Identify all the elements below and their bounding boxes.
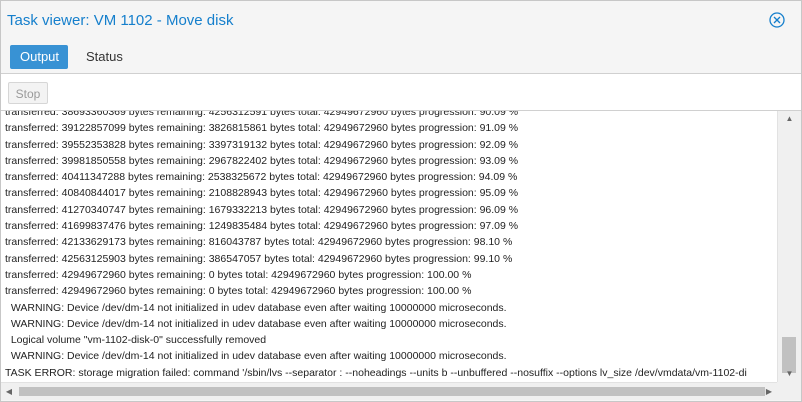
stop-button[interactable]: Stop: [8, 82, 48, 104]
log-line: TASK ERROR: storage migration failed: co…: [5, 366, 747, 379]
scrollbar-corner: [777, 382, 801, 400]
vertical-scrollbar[interactable]: ▲ ▼: [777, 111, 801, 382]
log-line: transferred: 38693360369 bytes remaining…: [5, 111, 519, 118]
close-icon[interactable]: [769, 12, 785, 28]
log-line: transferred: 41270340747 bytes remaining…: [5, 203, 519, 216]
log-line: transferred: 39122857099 bytes remaining…: [5, 122, 519, 135]
log-line: transferred: 41699837476 bytes remaining…: [5, 220, 519, 233]
log-line: transferred: 42949672960 bytes remaining…: [5, 268, 472, 281]
log-line: transferred: 40411347288 bytes remaining…: [5, 171, 518, 184]
log-line: transferred: 42563125903 bytes remaining…: [5, 252, 513, 265]
log-line: transferred: 39552353828 bytes remaining…: [5, 138, 519, 151]
toolbar: Stop: [1, 74, 801, 111]
window-title: Task viewer: VM 1102 - Move disk: [7, 12, 234, 29]
log-line: transferred: 42133629173 bytes remaining…: [5, 236, 513, 249]
scroll-right-arrow-icon[interactable]: ▶: [761, 383, 777, 400]
horizontal-scrollbar[interactable]: ◀ ▶: [1, 382, 777, 400]
log-line: WARNING: Device /dev/dm-14 not initializ…: [5, 350, 507, 363]
tab-status[interactable]: Status: [76, 45, 133, 69]
log-line: transferred: 40840844017 bytes remaining…: [5, 187, 519, 200]
log-line: Logical volume "vm-1102-disk-0" successf…: [5, 334, 267, 347]
task-log-output[interactable]: transferred: 38693360369 bytes remaining…: [1, 111, 777, 382]
log-line: transferred: 39981850558 bytes remaining…: [5, 154, 519, 167]
scroll-up-arrow-icon[interactable]: ▲: [778, 111, 801, 127]
tab-output[interactable]: Output: [10, 45, 68, 69]
log-line: WARNING: Device /dev/dm-14 not initializ…: [5, 301, 507, 314]
window-titlebar: Task viewer: VM 1102 - Move disk: [1, 1, 801, 39]
tab-bar: Output Status: [1, 39, 801, 74]
task-viewer-window: Task viewer: VM 1102 - Move disk Output …: [0, 0, 802, 402]
scroll-left-arrow-icon[interactable]: ◀: [1, 383, 17, 400]
log-line: transferred: 42949672960 bytes remaining…: [5, 285, 472, 298]
horizontal-scrollbar-thumb[interactable]: [19, 387, 765, 396]
log-line: WARNING: Device /dev/dm-14 not initializ…: [5, 317, 507, 330]
scroll-down-arrow-icon[interactable]: ▼: [778, 366, 801, 382]
log-lines: transferred: 38693360369 bytes remaining…: [5, 111, 747, 381]
